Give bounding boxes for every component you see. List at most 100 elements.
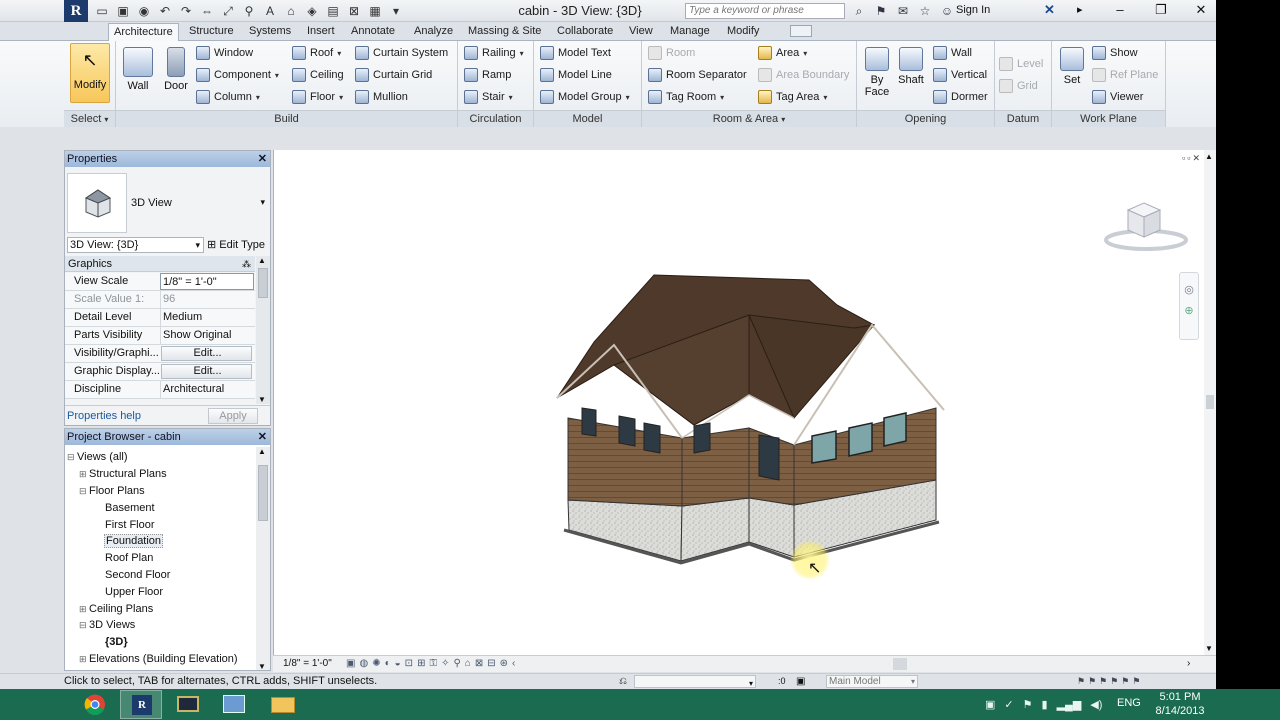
tab-manage[interactable]: Manage xyxy=(670,25,710,37)
aligned-dimension-icon[interactable]: ⤢ xyxy=(219,2,237,20)
tray-icon[interactable]: ▮ xyxy=(1042,698,1048,711)
tab-modify[interactable]: Modify xyxy=(727,25,759,37)
analytical-model-icon[interactable]: ⊠ xyxy=(475,656,483,672)
component-button[interactable]: Component ▾ xyxy=(196,68,279,82)
room-button[interactable]: Room xyxy=(648,46,695,60)
window-button[interactable]: Window xyxy=(196,46,253,60)
parts-visibility-value[interactable]: Show Original xyxy=(160,327,254,344)
tray-icon[interactable]: ✓ xyxy=(1004,698,1013,711)
tray-icon[interactable]: ▣ xyxy=(985,698,995,711)
taskbar-media[interactable] xyxy=(167,690,209,719)
open-icon[interactable]: ▭ xyxy=(93,2,111,20)
railing-button[interactable]: Railing ▾ xyxy=(464,46,524,60)
tab-massing-site[interactable]: Massing & Site xyxy=(468,25,541,37)
collapse-toggle-icon[interactable]: ⊟ xyxy=(79,486,89,497)
shadows-icon[interactable]: ◐ xyxy=(385,656,391,672)
render-icon[interactable]: ◒ xyxy=(395,656,401,672)
discipline-value[interactable]: Architectural xyxy=(160,381,254,398)
area-button[interactable]: Area ▾ xyxy=(758,46,807,60)
maximize-button[interactable]: ❐ xyxy=(1148,0,1174,20)
tree-node[interactable]: {3D} xyxy=(105,636,128,648)
text-icon[interactable]: A xyxy=(261,2,279,20)
shaft-button[interactable]: Shaft xyxy=(895,47,927,86)
horizontal-scroll-thumb[interactable] xyxy=(893,658,907,670)
grid-button[interactable]: Grid xyxy=(999,79,1038,93)
design-option-select[interactable]: Main Model ▾ xyxy=(826,675,918,688)
room-separator-button[interactable]: Room Separator xyxy=(648,68,747,82)
floor-button[interactable]: Floor ▾ xyxy=(292,90,343,104)
modify-button[interactable]: ↖ Modify xyxy=(70,43,110,103)
instance-filter-select[interactable]: 3D View: {3D} ▾ xyxy=(67,237,204,253)
close-button[interactable]: ✕ xyxy=(1188,0,1214,20)
clock[interactable]: 5:01 PM 8/14/2013 xyxy=(1150,690,1210,718)
scroll-down-icon[interactable]: ▼ xyxy=(258,662,266,670)
by-face-button[interactable]: By Face xyxy=(861,47,893,98)
browser-scrollbar[interactable]: ▲ ▼ xyxy=(256,447,270,670)
mullion-button[interactable]: Mullion xyxy=(355,90,408,104)
highlight-displacement-icon[interactable]: ⊟ xyxy=(487,656,495,672)
expand-toggle-icon[interactable]: ⊞ xyxy=(79,654,89,665)
measure-icon[interactable]: ⇔ xyxy=(198,2,216,20)
scroll-down-icon[interactable]: ▼ xyxy=(258,395,266,404)
visibility-graphics-edit-button[interactable]: Edit... xyxy=(161,346,252,361)
group-graphics[interactable]: Graphics ⁂ xyxy=(65,256,255,272)
worksharing-icon[interactable]: ⌂ xyxy=(465,656,471,672)
expand-toggle-icon[interactable]: ⊞ xyxy=(79,469,89,480)
sun-path-icon[interactable]: ✺ xyxy=(372,656,380,672)
taskbar-explorer[interactable] xyxy=(262,690,304,719)
taskbar-network[interactable] xyxy=(213,690,255,719)
properties-scrollbar[interactable]: ▲ ▼ xyxy=(256,256,270,404)
network-status-icon[interactable]: ▂▄▆ xyxy=(1057,698,1082,711)
3d-house-model[interactable] xyxy=(554,270,954,570)
tree-node[interactable]: Upper Floor xyxy=(105,586,163,598)
close-icon[interactable]: ✕ xyxy=(258,151,267,167)
ribbon-minimize-icon[interactable] xyxy=(790,25,812,37)
tab-analyze[interactable]: Analyze xyxy=(414,25,453,37)
detail-level-value[interactable]: Medium xyxy=(160,309,254,326)
canvas-vertical-scrollbar[interactable]: ▲ ▼ xyxy=(1204,150,1216,655)
selection-filter-icons[interactable]: ⚑⚑⚑⚑⚑⚑ xyxy=(1077,674,1143,689)
worksets-icon[interactable]: ⎌ xyxy=(619,674,627,689)
tag-icon[interactable]: ⚲ xyxy=(240,2,258,20)
tree-node[interactable]: ⊟ Floor Plans xyxy=(79,485,145,497)
search-input[interactable]: Type a keyword or phrase xyxy=(685,3,845,19)
scroll-up-icon[interactable]: ▲ xyxy=(258,256,266,265)
viewer-button[interactable]: Viewer xyxy=(1092,90,1143,104)
sign-in-button[interactable]: Sign In xyxy=(956,4,990,16)
view-scale-input[interactable]: 1/8" = 1'-0" xyxy=(160,273,254,290)
expand-toggle-icon[interactable]: ⊞ xyxy=(79,604,89,615)
tree-node[interactable]: Basement xyxy=(105,502,155,514)
detail-level-icon[interactable]: ▣ xyxy=(346,656,355,672)
stair-button[interactable]: Stair ▾ xyxy=(464,90,513,104)
tree-node[interactable]: Second Floor xyxy=(105,569,170,581)
3d-view-icon[interactable]: ⌂ xyxy=(282,2,300,20)
properties-help-link[interactable]: Properties help xyxy=(67,406,141,426)
close-hidden-icon[interactable]: ⊠ xyxy=(345,2,363,20)
model-group-button[interactable]: Model Group ▾ xyxy=(540,90,630,104)
tree-node-selected[interactable]: Foundation xyxy=(104,534,164,548)
thin-lines-icon[interactable]: ▤ xyxy=(324,2,342,20)
tree-node[interactable]: ⊞ Ceiling Plans xyxy=(79,603,153,615)
user-icon[interactable]: ☺ xyxy=(938,2,956,20)
section-icon[interactable]: ◈ xyxy=(303,2,321,20)
ceiling-button[interactable]: Ceiling xyxy=(292,68,344,82)
undo-icon[interactable]: ↶ xyxy=(156,2,174,20)
tab-structure[interactable]: Structure xyxy=(189,25,234,37)
collapse-toggle-icon[interactable]: ⊟ xyxy=(79,620,89,631)
visual-style-icon[interactable]: ◍ xyxy=(359,656,368,672)
save-icon[interactable]: ▣ xyxy=(114,2,132,20)
collapse-bar-icon[interactable]: ‹ xyxy=(512,656,515,672)
level-button[interactable]: Level xyxy=(999,57,1043,71)
show-crop-icon[interactable]: ⊞ xyxy=(417,656,425,672)
type-dropdown-icon[interactable]: ▾ xyxy=(260,197,265,208)
scroll-up-icon[interactable]: ▲ xyxy=(1205,152,1213,161)
type-selector[interactable]: 3D View xyxy=(131,197,172,209)
zoom-icon[interactable]: ⊕ xyxy=(1180,304,1198,317)
tree-node[interactable]: ⊟ 3D Views xyxy=(79,619,135,631)
curtain-system-button[interactable]: Curtain System xyxy=(355,46,448,60)
tab-architecture[interactable]: Architecture xyxy=(108,23,179,42)
area-boundary-button[interactable]: Area Boundary xyxy=(758,68,849,82)
tree-node[interactable]: ⊞ Structural Plans xyxy=(79,468,167,480)
taskbar-revit[interactable]: R xyxy=(120,690,162,719)
show-work-plane-button[interactable]: Show xyxy=(1092,46,1138,60)
